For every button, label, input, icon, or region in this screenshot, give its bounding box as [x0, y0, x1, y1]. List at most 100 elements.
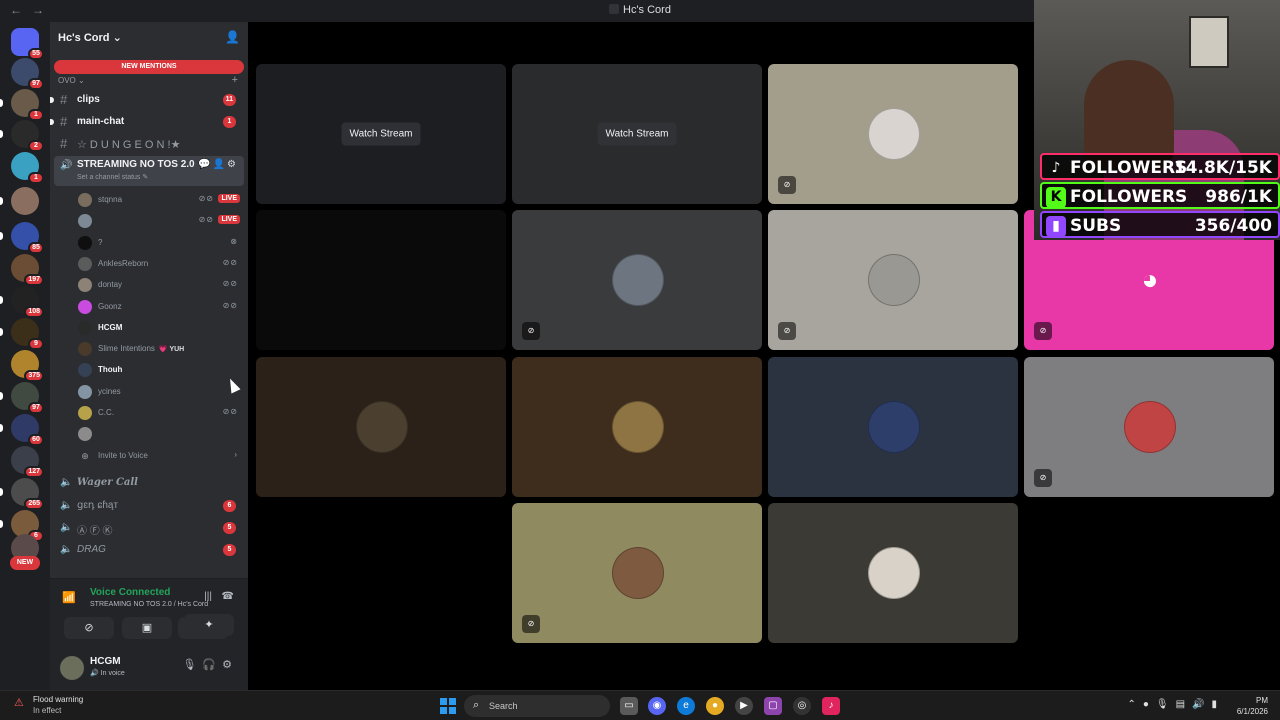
taskbar-search[interactable]: ⌕ Search [464, 695, 610, 717]
wall-poster [1189, 16, 1229, 68]
voice-user[interactable]: ycines [74, 382, 244, 402]
participant-tile[interactable]: ⊘ [1024, 357, 1274, 497]
user-controls[interactable]: 🎙🎧⚙ [182, 658, 238, 671]
stream-tile[interactable]: Watch Stream [256, 64, 506, 204]
server-mention-badge: 60 [28, 434, 44, 446]
invite-to-voice[interactable]: ⊕ Invite to Voice › [74, 446, 244, 466]
participant-tile[interactable] [256, 357, 506, 497]
voice-user[interactable]: Goonz ⊘⊘ [74, 297, 244, 317]
participant-tile[interactable]: ⊘ [512, 210, 762, 350]
participant-tile[interactable] [768, 503, 1018, 643]
voice-user[interactable]: ⊘⊘ LIVE [74, 211, 244, 231]
voice-user[interactable]: C.C. ⊘⊘ [74, 403, 244, 423]
task-view-icon[interactable]: ▭ [620, 697, 638, 715]
server-icon[interactable]: 85 [0, 222, 44, 254]
channel-clips[interactable]: # clips 11 [50, 90, 244, 110]
tiktok-taskbar-icon[interactable]: ♪ [822, 697, 840, 715]
chrome-icon[interactable]: ● [706, 697, 724, 715]
warning-icon[interactable]: ⚠ [14, 696, 24, 709]
server-icon[interactable]: 9 [0, 318, 44, 350]
voice-user[interactable]: ? ⊗ [74, 233, 244, 253]
share-screen-button[interactable]: ▣ [122, 617, 172, 639]
channel-dungeon[interactable]: # ☆ D U N G E O N !★ [54, 134, 244, 154]
participant-tile[interactable]: ⊘ [768, 64, 1018, 204]
voice-user[interactable]: AnklesReborn ⊘⊘ [74, 254, 244, 274]
guild-header[interactable]: Hc's Cord ⌄ 👤 [50, 22, 248, 54]
participant-tile[interactable]: ⊘ [768, 210, 1018, 350]
system-tray[interactable]: ⌃●🎙▤🔊▮ [1127, 699, 1224, 710]
server-icon[interactable]: 375 [11, 350, 44, 382]
avatar [78, 384, 92, 399]
watch-stream-button[interactable]: Watch Stream [341, 122, 421, 146]
new-servers-pill[interactable]: NEW [10, 556, 40, 570]
disconnect-icon[interactable]: ☎ [222, 591, 234, 602]
discord-taskbar-icon[interactable]: ◉ [648, 697, 666, 715]
voice-user[interactable]: dontay ⊘⊘ [74, 275, 244, 295]
voice-user[interactable]: Slime Intentions 💗 YUH [74, 339, 244, 359]
server-icon[interactable]: 55 [11, 28, 44, 60]
voice-channel-gen-chat[interactable]: 🔈 ցɛդ ɕɦąт 6 [54, 496, 244, 516]
voice-status[interactable]: Voice Connected [90, 587, 170, 598]
voice-channel-active[interactable]: 🔊 STREAMING NO TOS 2.0 Set a channel sta… [54, 156, 244, 186]
server-icon[interactable]: 97 [0, 382, 44, 414]
voice-user[interactable] [74, 424, 244, 444]
participant-tile[interactable]: ⊘ [512, 503, 762, 643]
weather-subtitle[interactable]: In effect [33, 706, 61, 715]
app-icon [609, 4, 620, 14]
channel-main-chat[interactable]: # main-chat 1 [50, 112, 244, 132]
avatar [78, 278, 92, 293]
avatar [78, 342, 92, 357]
voice-location[interactable]: STREAMING NO TOS 2.0 / Hc's Cord [90, 601, 208, 608]
username[interactable]: HCGM [90, 656, 121, 667]
server-icon[interactable]: 127 [11, 446, 44, 478]
camera-off-button[interactable]: ⊘ [64, 617, 114, 639]
voice-channel-drag[interactable]: 🔈 DRAG 5 [54, 540, 244, 560]
channel-tools[interactable]: 💬👤⚙ [198, 159, 238, 170]
server-mention-badge: 9 [28, 338, 44, 350]
live-badge: LIVE [218, 215, 240, 225]
stream-tile[interactable]: Watch Stream [512, 64, 762, 204]
server-list: 55 97 1 2 1 85 197 108 9 375 97 60 127 265 6 NEW [0, 22, 50, 690]
network-icon: ▤ [1175, 699, 1193, 710]
server-icon[interactable]: 97 [11, 58, 44, 90]
noise-suppression-icon[interactable]: ||| [204, 591, 212, 602]
soundboard-button[interactable]: ✦ [184, 614, 234, 636]
new-mentions-banner[interactable]: NEW MENTIONS [54, 60, 244, 74]
watch-stream-button[interactable]: Watch Stream [597, 122, 677, 146]
server-icon[interactable] [0, 187, 39, 215]
edge-icon[interactable]: e [677, 697, 695, 715]
unread-pill [0, 424, 3, 432]
guild-name[interactable]: Hc's Cord ⌄ [58, 31, 122, 44]
category-label[interactable]: OVO ⌄ [58, 76, 85, 85]
server-icon[interactable]: 265 [0, 478, 44, 510]
voice-user[interactable]: stqnna ⊘⊘ LIVE [74, 190, 244, 210]
server-icon[interactable]: 1 [0, 89, 44, 121]
server-icon[interactable]: 60 [0, 414, 44, 446]
channel-status[interactable]: Set a channel status ✎ [77, 173, 148, 181]
voice-channel-wager-call[interactable]: 🔈 Wager Call [54, 473, 244, 493]
signal-icon[interactable]: 📶 [62, 591, 76, 604]
server-icon[interactable]: 197 [11, 254, 44, 286]
battery-icon: ▮ [1211, 699, 1224, 710]
invite-people-icon[interactable]: 👤 [225, 30, 240, 44]
participant-tile[interactable] [256, 210, 506, 350]
windows-start-icon[interactable] [440, 698, 456, 714]
server-icon[interactable]: 2 [0, 120, 44, 152]
twitch-taskbar-icon[interactable]: ▢ [764, 697, 782, 715]
settings-gear-icon: ⚙ [222, 659, 238, 671]
avatar[interactable] [60, 656, 84, 680]
voice-user-name: ycines [98, 386, 121, 396]
voice-user[interactable]: Thouh [74, 360, 244, 380]
clock[interactable]: PM 6/1/2026 [1237, 695, 1268, 717]
obs-icon[interactable]: ◎ [793, 697, 811, 715]
participant-tile[interactable] [768, 357, 1018, 497]
weather-title[interactable]: Flood warning [33, 695, 83, 704]
add-channel-icon[interactable]: + [232, 74, 238, 86]
voice-user[interactable]: HCGM [74, 318, 244, 338]
server-icon[interactable]: 108 [0, 286, 44, 318]
participant-tile[interactable] [512, 357, 762, 497]
server-icon[interactable]: 1 [11, 152, 44, 184]
mention-badge: 1 [223, 116, 236, 128]
voice-channel-afk[interactable]: 🔈 Ⓐ Ⓕ Ⓚ 5 [54, 518, 244, 538]
media-player-icon[interactable]: ▶ [735, 697, 753, 715]
